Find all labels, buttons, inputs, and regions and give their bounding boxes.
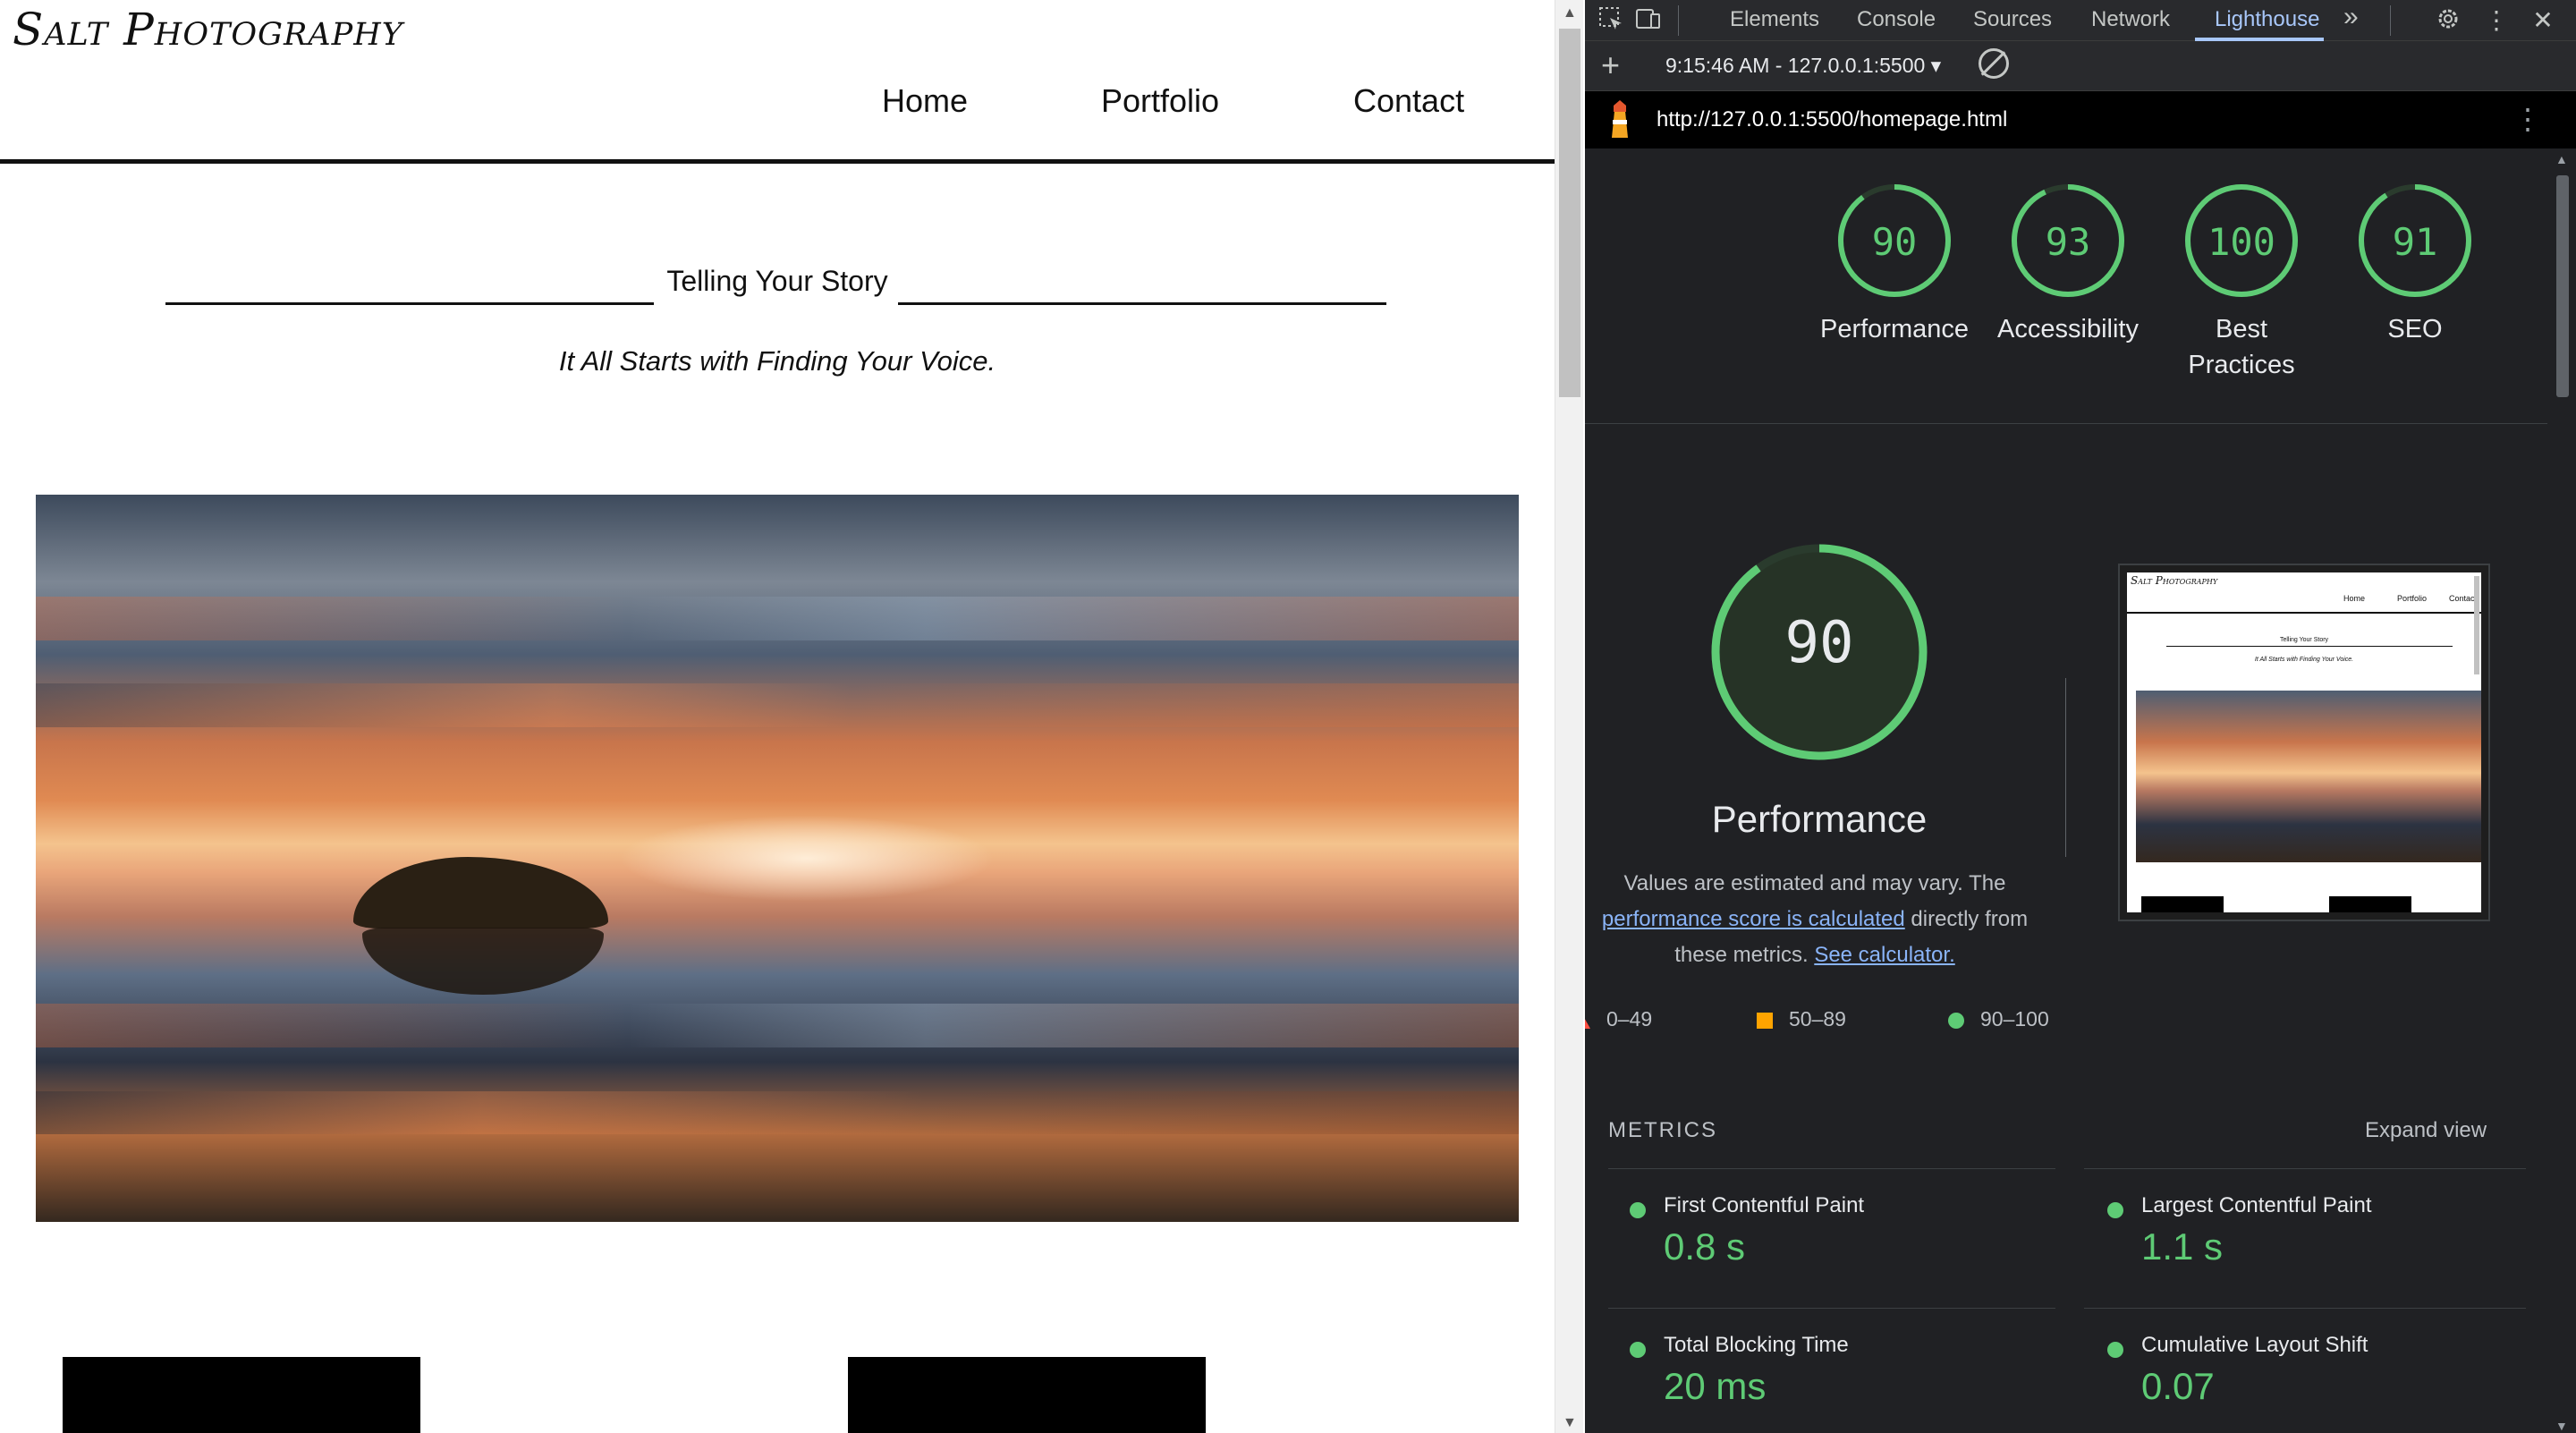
tagline-rule-right <box>898 302 1386 305</box>
pass-circle-icon <box>1630 1342 1646 1358</box>
tab-elements[interactable]: Elements <box>1730 7 1819 32</box>
scroll-down-arrow-icon[interactable]: ▼ <box>2555 1419 2568 1433</box>
clear-reports-icon[interactable] <box>1979 48 2009 79</box>
customize-menu-icon[interactable]: ⋮ <box>2481 5 2512 36</box>
tagline-heading: Telling Your Story <box>0 265 1555 298</box>
report-scrollbar[interactable]: ▲ ▼ <box>2547 148 2576 1433</box>
gauge-seo[interactable]: 91 SEO <box>2326 181 2504 347</box>
tab-lighthouse[interactable]: Lighthouse <box>2215 7 2319 32</box>
device-toolbar-icon[interactable] <box>1633 5 1664 36</box>
score-gauges: 90 Performance 93 Accessibility 100 Best… <box>1585 148 2547 424</box>
hero-image <box>36 495 1519 1222</box>
new-report-plus-icon[interactable]: + <box>1601 47 1620 84</box>
gauge-best-practices-label: Best Practices <box>2188 315 2295 379</box>
gauge-seo-score: 91 <box>2392 220 2438 264</box>
close-devtools-icon[interactable]: ✕ <box>2528 5 2558 36</box>
performance-section: 90 Performance Values are estimated and … <box>1585 424 2547 1140</box>
scroll-down-arrow-icon[interactable]: ▼ <box>1563 1415 1577 1431</box>
nav-contact-link[interactable]: Contact <box>1353 82 1464 120</box>
scroll-up-arrow-icon[interactable]: ▲ <box>1563 5 1577 21</box>
nav-home-link[interactable]: Home <box>882 82 968 120</box>
tab-sources[interactable]: Sources <box>1973 7 2052 32</box>
page-scrollbar[interactable]: ▲ ▼ <box>1555 0 1583 1433</box>
gauge-best-practices[interactable]: 100 Best Practices <box>2152 181 2331 383</box>
website-viewport: Salt Photography Home Portfolio Contact … <box>0 0 1555 1433</box>
pass-circle-icon <box>2107 1342 2123 1358</box>
legend-average: 50–89 <box>1757 1007 1846 1031</box>
header-divider <box>0 159 1555 164</box>
island-reflection <box>362 928 604 995</box>
gauge-performance-score: 90 <box>1871 220 1918 264</box>
devtools-tab-bar: Elements Console Sources Network Lightho… <box>1585 0 2576 41</box>
final-screenshot-thumbnail[interactable]: Salt Photography Home Portfolio Contact … <box>2118 564 2490 921</box>
gauge-best-practices-score: 100 <box>2207 220 2275 264</box>
see-calculator-link[interactable]: See calculator. <box>1814 943 1954 967</box>
tab-console[interactable]: Console <box>1857 7 1936 32</box>
gauge-performance[interactable]: 90 Performance <box>1805 181 1984 347</box>
gauge-performance-label: Performance <box>1819 315 1969 343</box>
pass-circle-icon <box>2107 1202 2123 1218</box>
performance-title: Performance <box>1711 798 1928 840</box>
legend-pass: 90–100 <box>1948 1007 2049 1031</box>
content-card-2[interactable] <box>848 1357 1206 1433</box>
settings-gear-icon[interactable] <box>2433 5 2463 36</box>
content-card-1[interactable] <box>63 1357 420 1433</box>
gauge-accessibility-label: Accessibility <box>1997 315 2139 343</box>
tagline-rule-left <box>165 302 654 305</box>
lighthouse-logo-icon <box>1612 100 1628 138</box>
lighthouse-toolbar: + 9:15:46 AM - 127.0.0.1:5500 ▾ <box>1585 41 2576 91</box>
inspect-element-icon[interactable] <box>1596 5 1626 36</box>
pass-circle-icon <box>1630 1202 1646 1218</box>
report-url-bar: http://127.0.0.1:5500/homepage.html ⋮ <box>1585 91 2576 148</box>
devtools-panel: Elements Console Sources Network Lightho… <box>1585 0 2576 1433</box>
fail-triangle-icon <box>1585 1012 1590 1029</box>
report-url[interactable]: http://127.0.0.1:5500/homepage.html <box>1657 107 2007 132</box>
tab-network[interactable]: Network <box>2091 7 2170 32</box>
report-scrollbar-thumb[interactable] <box>2556 175 2569 397</box>
metrics-header: METRICS <box>1608 1118 1717 1142</box>
site-logo[interactable]: Salt Photography <box>13 4 403 55</box>
gauge-accessibility[interactable]: 93 Accessibility <box>1979 181 2157 347</box>
performance-description: Values are estimated and may vary. The p… <box>1601 871 2029 967</box>
island-silhouette <box>353 857 608 928</box>
average-square-icon <box>1757 1012 1773 1029</box>
score-calculated-link[interactable]: performance score is calculated <box>1602 907 1905 931</box>
performance-big-gauge: 90 <box>1707 540 1931 764</box>
scroll-up-arrow-icon[interactable]: ▲ <box>2555 152 2568 166</box>
report-menu-icon[interactable]: ⋮ <box>2513 102 2542 136</box>
subtagline-text: It All Starts with Finding Your Voice. <box>558 345 996 377</box>
page-scrollbar-thumb[interactable] <box>1559 29 1580 397</box>
gauge-seo-label: SEO <box>2387 315 2443 343</box>
gauge-accessibility-score: 93 <box>2045 220 2091 264</box>
expand-view-toggle[interactable]: Expand view <box>2365 1118 2487 1143</box>
nav-portfolio-link[interactable]: Portfolio <box>1101 82 1219 120</box>
pass-circle-icon <box>1948 1012 1964 1029</box>
performance-big-score: 90 <box>1784 610 1854 676</box>
more-tabs-icon[interactable]: » <box>2343 2 2359 32</box>
report-selector[interactable]: 9:15:46 AM - 127.0.0.1:5500 ▾ <box>1665 54 1941 78</box>
legend-fail: 0–49 <box>1585 1007 1652 1031</box>
